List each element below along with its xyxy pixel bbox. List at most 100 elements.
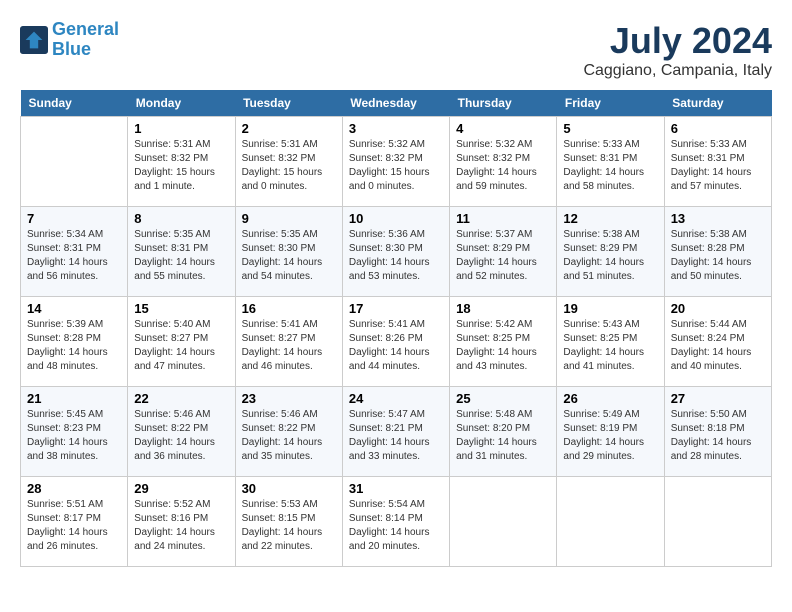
weekday-header-thursday: Thursday <box>450 90 557 117</box>
day-number: 1 <box>134 121 228 136</box>
logo: General Blue <box>20 20 119 60</box>
calendar-cell: 6 Sunrise: 5:33 AMSunset: 8:31 PMDaylight… <box>664 117 771 207</box>
weekday-header-monday: Monday <box>128 90 235 117</box>
day-info: Sunrise: 5:47 AMSunset: 8:21 PMDaylight:… <box>349 408 443 464</box>
day-number: 11 <box>456 211 550 226</box>
calendar-cell: 3Sunrise: 5:32 AMSunset: 8:32 PMDaylight… <box>342 117 449 207</box>
day-number: 19 <box>563 301 657 316</box>
weekday-header-saturday: Saturday <box>664 90 771 117</box>
calendar-cell <box>450 477 557 567</box>
day-number: 10 <box>349 211 443 226</box>
day-number: 4 <box>456 121 550 136</box>
day-info: Sunrise: 5:42 AMSunset: 8:25 PMDaylight:… <box>456 318 550 374</box>
weekday-header-tuesday: Tuesday <box>235 90 342 117</box>
day-number: 30 <box>242 481 336 496</box>
title-area: July 2024 Caggiano, Campania, Italy <box>583 20 772 80</box>
calendar-cell: 30 Sunrise: 5:53 AMSunset: 8:15 PMDayligh… <box>235 477 342 567</box>
calendar-week-row: 14 Sunrise: 5:39 AMSunset: 8:28 PMDayligh… <box>21 297 772 387</box>
calendar-cell: 18 Sunrise: 5:42 AMSunset: 8:25 PMDayligh… <box>450 297 557 387</box>
day-info: Sunrise: 5:32 AMSunset: 8:32 PMDaylight:… <box>456 138 550 194</box>
day-info: Sunrise: 5:45 AMSunset: 8:23 PMDaylight:… <box>27 408 121 464</box>
day-number: 18 <box>456 301 550 316</box>
calendar-cell: 11 Sunrise: 5:37 AMSunset: 8:29 PMDayligh… <box>450 207 557 297</box>
day-number: 14 <box>27 301 121 316</box>
day-info: Sunrise: 5:44 AMSunset: 8:24 PMDaylight:… <box>671 318 765 374</box>
day-number: 12 <box>563 211 657 226</box>
calendar-cell: 19 Sunrise: 5:43 AMSunset: 8:25 PMDayligh… <box>557 297 664 387</box>
day-number: 29 <box>134 481 228 496</box>
day-number: 7 <box>27 211 121 226</box>
day-info: Sunrise: 5:46 AMSunset: 8:22 PMDaylight:… <box>242 408 336 464</box>
weekday-header-row: SundayMondayTuesdayWednesdayThursdayFrid… <box>21 90 772 117</box>
calendar-week-row: 28Sunrise: 5:51 AMSunset: 8:17 PMDayligh… <box>21 477 772 567</box>
day-info: Sunrise: 5:35 AMSunset: 8:31 PMDaylight:… <box>134 228 228 284</box>
weekday-header-friday: Friday <box>557 90 664 117</box>
day-number: 28 <box>27 481 121 496</box>
calendar-cell: 2Sunrise: 5:31 AMSunset: 8:32 PMDaylight… <box>235 117 342 207</box>
calendar-cell: 9 Sunrise: 5:35 AMSunset: 8:30 PMDaylight… <box>235 207 342 297</box>
calendar-cell: 8 Sunrise: 5:35 AMSunset: 8:31 PMDaylight… <box>128 207 235 297</box>
calendar-cell: 12 Sunrise: 5:38 AMSunset: 8:29 PMDayligh… <box>557 207 664 297</box>
day-info: Sunrise: 5:33 AMSunset: 8:31 PMDaylight:… <box>563 138 657 194</box>
day-number: 25 <box>456 391 550 406</box>
day-info: Sunrise: 5:36 AMSunset: 8:30 PMDaylight:… <box>349 228 443 284</box>
header: General Blue July 2024 Caggiano, Campani… <box>20 20 772 80</box>
day-info: Sunrise: 5:54 AMSunset: 8:14 PMDaylight:… <box>349 498 443 554</box>
logo-text: General Blue <box>52 20 119 60</box>
calendar-week-row: 21Sunrise: 5:45 AMSunset: 8:23 PMDayligh… <box>21 387 772 477</box>
day-info: Sunrise: 5:35 AMSunset: 8:30 PMDaylight:… <box>242 228 336 284</box>
calendar-cell <box>664 477 771 567</box>
calendar-cell: 24 Sunrise: 5:47 AMSunset: 8:21 PMDayligh… <box>342 387 449 477</box>
day-info: Sunrise: 5:43 AMSunset: 8:25 PMDaylight:… <box>563 318 657 374</box>
day-info: Sunrise: 5:52 AMSunset: 8:16 PMDaylight:… <box>134 498 228 554</box>
calendar-cell: 21Sunrise: 5:45 AMSunset: 8:23 PMDayligh… <box>21 387 128 477</box>
calendar-cell: 31 Sunrise: 5:54 AMSunset: 8:14 PMDayligh… <box>342 477 449 567</box>
day-info: Sunrise: 5:31 AMSunset: 8:32 PMDaylight:… <box>134 138 228 194</box>
calendar-cell: 10 Sunrise: 5:36 AMSunset: 8:30 PMDayligh… <box>342 207 449 297</box>
day-number: 13 <box>671 211 765 226</box>
calendar-cell: 29 Sunrise: 5:52 AMSunset: 8:16 PMDayligh… <box>128 477 235 567</box>
day-number: 6 <box>671 121 765 136</box>
day-number: 24 <box>349 391 443 406</box>
day-info: Sunrise: 5:31 AMSunset: 8:32 PMDaylight:… <box>242 138 336 194</box>
calendar-cell <box>557 477 664 567</box>
calendar-cell: 22 Sunrise: 5:46 AMSunset: 8:22 PMDayligh… <box>128 387 235 477</box>
day-number: 9 <box>242 211 336 226</box>
day-info: Sunrise: 5:33 AMSunset: 8:31 PMDaylight:… <box>671 138 765 194</box>
calendar-cell: 5 Sunrise: 5:33 AMSunset: 8:31 PMDaylight… <box>557 117 664 207</box>
day-number: 8 <box>134 211 228 226</box>
calendar-cell <box>21 117 128 207</box>
calendar-cell: 16 Sunrise: 5:41 AMSunset: 8:27 PMDayligh… <box>235 297 342 387</box>
calendar-week-row: 1 Sunrise: 5:31 AMSunset: 8:32 PMDaylight… <box>21 117 772 207</box>
month-title: July 2024 <box>583 20 772 62</box>
day-number: 16 <box>242 301 336 316</box>
day-number: 23 <box>242 391 336 406</box>
day-info: Sunrise: 5:53 AMSunset: 8:15 PMDaylight:… <box>242 498 336 554</box>
day-info: Sunrise: 5:46 AMSunset: 8:22 PMDaylight:… <box>134 408 228 464</box>
day-number: 31 <box>349 481 443 496</box>
day-info: Sunrise: 5:39 AMSunset: 8:28 PMDaylight:… <box>27 318 121 374</box>
calendar-cell: 1 Sunrise: 5:31 AMSunset: 8:32 PMDaylight… <box>128 117 235 207</box>
day-number: 15 <box>134 301 228 316</box>
day-number: 22 <box>134 391 228 406</box>
day-info: Sunrise: 5:37 AMSunset: 8:29 PMDaylight:… <box>456 228 550 284</box>
day-number: 17 <box>349 301 443 316</box>
calendar-week-row: 7 Sunrise: 5:34 AMSunset: 8:31 PMDaylight… <box>21 207 772 297</box>
calendar-table: SundayMondayTuesdayWednesdayThursdayFrid… <box>20 90 772 567</box>
day-number: 3 <box>349 121 443 136</box>
day-info: Sunrise: 5:41 AMSunset: 8:26 PMDaylight:… <box>349 318 443 374</box>
day-info: Sunrise: 5:34 AMSunset: 8:31 PMDaylight:… <box>27 228 121 284</box>
calendar-cell: 14 Sunrise: 5:39 AMSunset: 8:28 PMDayligh… <box>21 297 128 387</box>
calendar-cell: 13 Sunrise: 5:38 AMSunset: 8:28 PMDayligh… <box>664 207 771 297</box>
weekday-header-wednesday: Wednesday <box>342 90 449 117</box>
day-info: Sunrise: 5:50 AMSunset: 8:18 PMDaylight:… <box>671 408 765 464</box>
day-info: Sunrise: 5:38 AMSunset: 8:29 PMDaylight:… <box>563 228 657 284</box>
day-number: 20 <box>671 301 765 316</box>
day-info: Sunrise: 5:38 AMSunset: 8:28 PMDaylight:… <box>671 228 765 284</box>
day-number: 5 <box>563 121 657 136</box>
calendar-cell: 4 Sunrise: 5:32 AMSunset: 8:32 PMDaylight… <box>450 117 557 207</box>
day-info: Sunrise: 5:40 AMSunset: 8:27 PMDaylight:… <box>134 318 228 374</box>
calendar-cell: 15 Sunrise: 5:40 AMSunset: 8:27 PMDayligh… <box>128 297 235 387</box>
calendar-cell: 17 Sunrise: 5:41 AMSunset: 8:26 PMDayligh… <box>342 297 449 387</box>
day-info: Sunrise: 5:41 AMSunset: 8:27 PMDaylight:… <box>242 318 336 374</box>
